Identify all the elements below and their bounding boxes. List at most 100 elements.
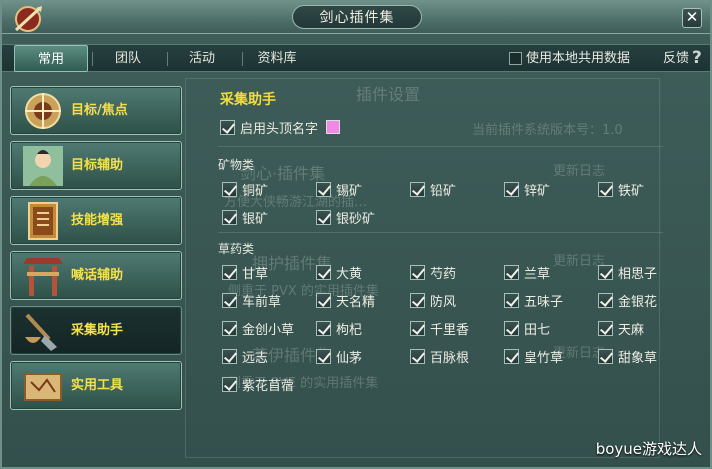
herbs-item[interactable]: 兰草 <box>504 263 551 282</box>
checkbox-label: 千里香 <box>430 322 470 338</box>
checkbox-label: 相思子 <box>618 266 658 282</box>
tab-common[interactable]: 常用 <box>14 45 88 72</box>
herbs-item[interactable]: 千里香 <box>410 319 470 338</box>
checkbox-checked[interactable] <box>316 264 331 280</box>
herbs-item[interactable]: 皇竹草 <box>504 347 564 366</box>
help-icon[interactable]: ? <box>692 48 702 68</box>
gather-assist-panel: 插件设置 当前插件系统版本号：1.0 剑心·插件集 方便大侠畅游江湖的插… 更新… <box>185 78 670 464</box>
checkbox-checked[interactable] <box>598 264 613 280</box>
sidebar-item-label: 喊话辅助 <box>71 268 124 283</box>
herbs-item[interactable]: 天麻 <box>598 319 645 338</box>
herbs-item[interactable]: 车前草 <box>222 291 281 310</box>
checkbox-checked[interactable] <box>504 264 519 280</box>
checkbox-checked[interactable] <box>222 181 237 197</box>
sidebar-item-target-assist[interactable]: 目标辅助 <box>10 141 182 190</box>
panel-title: 采集助手 <box>220 92 276 108</box>
checkbox-checked[interactable] <box>222 376 237 392</box>
checkbox-checked[interactable] <box>316 292 331 308</box>
herbs-item[interactable]: 枸杞 <box>316 319 363 338</box>
shovel-basket-icon <box>25 313 57 351</box>
checkbox-checked[interactable] <box>316 209 331 225</box>
herbs-item[interactable]: 紫花苜蓿 <box>222 375 294 394</box>
tab-team[interactable]: 团队 <box>91 45 165 72</box>
checkbox-label: 锡矿 <box>336 183 363 199</box>
minerals-item[interactable]: 锡矿 <box>316 180 363 199</box>
tab-database[interactable]: 资料库 <box>240 45 314 72</box>
scroll-map-icon <box>24 373 62 401</box>
checkbox-checked[interactable] <box>316 348 331 364</box>
show-name-checkbox[interactable]: 启用头顶名字 <box>220 118 341 137</box>
herbs-item[interactable]: 田七 <box>504 319 551 338</box>
herbs-item[interactable]: 仙茅 <box>316 347 363 366</box>
herbs-item[interactable]: 金银花 <box>598 291 657 310</box>
herbs-item[interactable]: 甜象草 <box>598 347 658 366</box>
checkbox-label: 远志 <box>242 350 269 366</box>
checkbox-checked[interactable] <box>222 292 237 308</box>
checkbox-checked[interactable] <box>598 292 613 308</box>
background-settings-title: 插件设置 <box>356 85 421 104</box>
feedback-link[interactable]: 反馈 <box>663 45 689 72</box>
minerals-item[interactable]: 铅矿 <box>410 180 456 199</box>
herbs-item[interactable]: 大黄 <box>316 263 362 282</box>
window-title: 剑心插件集 <box>292 5 422 29</box>
checkbox-label: 兰草 <box>524 266 551 282</box>
checkbox-checked[interactable] <box>410 181 425 197</box>
minerals-item[interactable]: 锌矿 <box>504 180 550 199</box>
checkbox-label: 皇竹草 <box>524 350 564 366</box>
sidebar-item-target-focus[interactable]: 目标/焦点 <box>10 86 182 135</box>
checkbox-checked[interactable] <box>410 320 425 336</box>
checkbox-label: 仙茅 <box>336 350 363 366</box>
herbs-item[interactable]: 相思子 <box>598 263 658 282</box>
checkbox-checked[interactable] <box>410 292 425 308</box>
herbs-item[interactable]: 芍药 <box>410 263 456 282</box>
checkbox-checked[interactable] <box>504 348 519 364</box>
checkbox-checked[interactable] <box>222 348 237 364</box>
herbs-item[interactable]: 百脉根 <box>410 347 470 366</box>
checkbox-label: 田七 <box>524 322 551 338</box>
target-emblem-icon <box>25 93 61 129</box>
checkbox-label: 百脉根 <box>430 350 470 366</box>
sword-emblem-icon <box>14 6 42 32</box>
checkbox-checked[interactable] <box>410 348 425 364</box>
checkbox-checked[interactable] <box>410 264 425 280</box>
herbs-item[interactable]: 甘草 <box>222 263 268 282</box>
herbs-item[interactable]: 金创小草 <box>222 319 294 338</box>
close-button[interactable]: ✕ <box>682 8 702 28</box>
checkbox-checked[interactable] <box>220 119 235 135</box>
sidebar-item-utility-tools[interactable]: 实用工具 <box>10 361 182 410</box>
tab-activity[interactable]: 活动 <box>165 45 239 72</box>
checkbox-checked[interactable] <box>222 264 237 280</box>
title-bar[interactable]: 剑心插件集 ✕ <box>2 2 710 34</box>
herbs-item[interactable]: 天名精 <box>316 291 376 310</box>
share-data-label: 使用本地共用数据 <box>526 51 631 66</box>
minerals-item[interactable]: 银砂矿 <box>316 208 375 227</box>
checkbox-label: 甜象草 <box>618 350 658 366</box>
checkbox-checked[interactable] <box>222 320 237 336</box>
share-data-checkbox[interactable] <box>509 52 522 65</box>
checkbox-checked[interactable] <box>316 320 331 336</box>
herbs-item[interactable]: 五味子 <box>504 291 563 310</box>
minerals-item[interactable]: 铜矿 <box>222 180 269 199</box>
gate-archway-icon <box>23 258 63 296</box>
checkbox-checked[interactable] <box>504 181 519 197</box>
checkbox-checked[interactable] <box>316 181 331 197</box>
sidebar-item-skill-enhance[interactable]: 技能增强 <box>10 196 182 245</box>
checkbox-checked[interactable] <box>504 292 519 308</box>
checkbox-label: 铜矿 <box>242 183 269 199</box>
sidebar-item-shout-assist[interactable]: 喊话辅助 <box>10 251 182 300</box>
herbs-group-title: 草药类 <box>218 242 255 256</box>
checkbox-label: 天名精 <box>336 294 376 310</box>
checkbox-checked[interactable] <box>222 209 237 225</box>
name-color-swatch[interactable] <box>326 120 341 134</box>
checkbox-checked[interactable] <box>504 320 519 336</box>
checkbox-checked[interactable] <box>598 181 613 197</box>
herbs-item[interactable]: 远志 <box>222 347 269 366</box>
minerals-item[interactable]: 银矿 <box>222 208 268 227</box>
minerals-item[interactable]: 铁矿 <box>598 180 644 199</box>
sidebar-item-gather-assist[interactable]: 采集助手 <box>10 306 182 355</box>
herbs-item[interactable]: 防风 <box>410 291 456 310</box>
checkbox-label: 枸杞 <box>336 322 363 338</box>
checkbox-checked[interactable] <box>598 320 613 336</box>
checkbox-checked[interactable] <box>598 348 613 364</box>
checkbox-label: 天麻 <box>618 322 645 338</box>
